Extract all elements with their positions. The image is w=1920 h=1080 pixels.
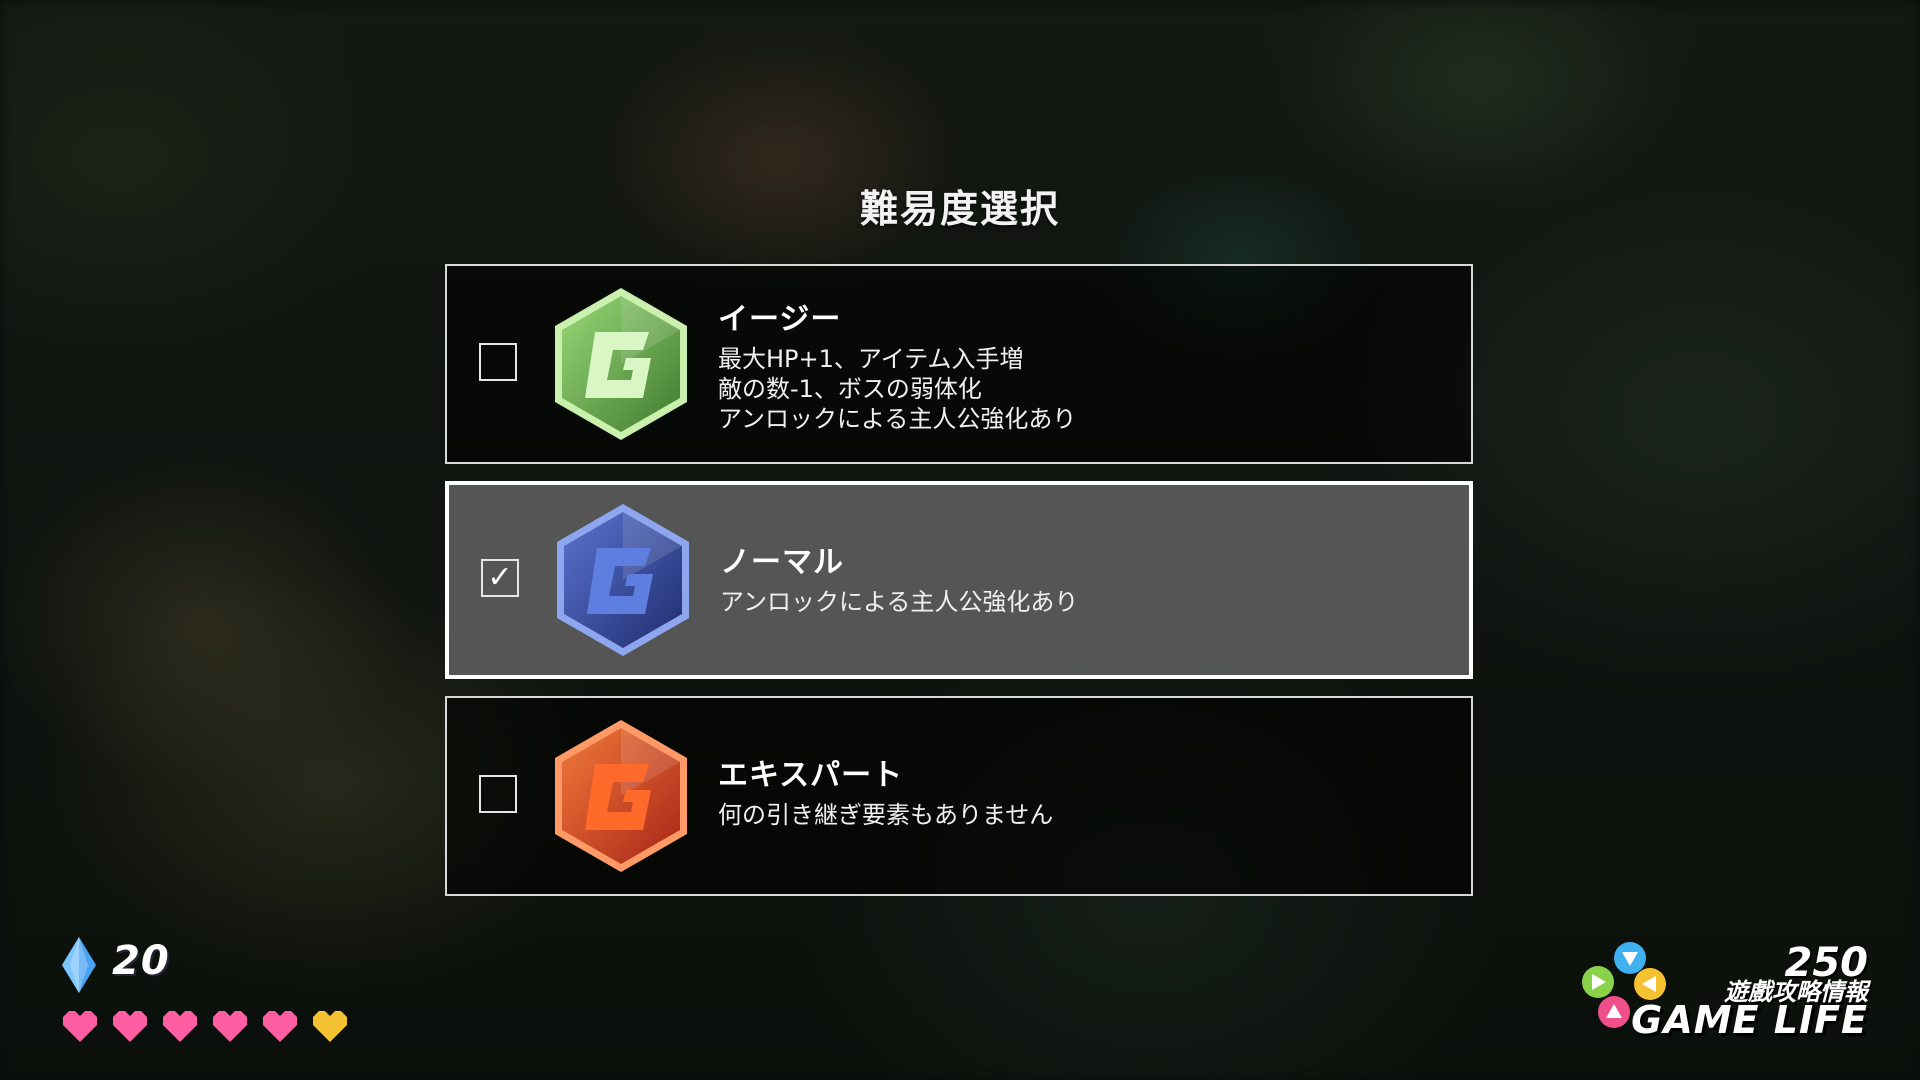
expert-name: エキスパート xyxy=(718,758,904,793)
normal-badge-icon xyxy=(557,504,689,656)
heart-icon xyxy=(163,1011,197,1042)
health-hearts xyxy=(60,1008,350,1044)
gem-count: 20 xyxy=(112,938,170,984)
normal-name: ノーマル xyxy=(720,545,844,580)
normal-text: ノーマル アンロックによる主人公強化あり xyxy=(720,537,1078,617)
expert-badge-icon xyxy=(555,720,687,872)
watermark-english: GAME LIFE xyxy=(1631,998,1868,1042)
expert-description-1: 何の引き継ぎ要素もありません xyxy=(718,801,1054,829)
normal-checkbox[interactable]: ✓ xyxy=(481,559,519,597)
easy-description-2: 敵の数-1、ボスの弱体化 xyxy=(718,375,982,403)
heart-icon xyxy=(263,1011,297,1042)
difficulty-option-expert[interactable]: エキスパート 何の引き継ぎ要素もありません xyxy=(445,696,1473,896)
heart-icon xyxy=(113,1011,147,1042)
easy-description-1: 最大HP+1、アイテム入手増 xyxy=(718,345,1024,373)
difficulty-option-easy[interactable]: イージー 最大HP+1、アイテム入手増 敵の数-1、ボスの弱体化 アンロックによ… xyxy=(445,264,1473,464)
easy-description-3: アンロックによる主人公強化あり xyxy=(718,405,1077,433)
easy-checkbox[interactable] xyxy=(479,343,517,381)
normal-description-1: アンロックによる主人公強化あり xyxy=(720,588,1079,616)
easy-badge-icon xyxy=(555,288,687,440)
watermark: 250 遊戲攻略情報 GAME LIFE xyxy=(1578,940,1868,1050)
expert-text: エキスパート 何の引き継ぎ要素もありません xyxy=(718,750,1053,830)
easy-text: イージー 最大HP+1、アイテム入手増 敵の数-1、ボスの弱体化 アンロックによ… xyxy=(718,294,1076,434)
page-title: 難易度選択 xyxy=(859,187,1060,231)
gold-heart-icon xyxy=(313,1011,347,1042)
crystal-gem-icon xyxy=(62,937,96,993)
expert-checkbox[interactable] xyxy=(479,775,517,813)
heart-icon xyxy=(63,1011,97,1042)
easy-name: イージー xyxy=(718,302,842,337)
difficulty-option-normal[interactable]: ✓ ノーマル アンロックによる主人公強化あり xyxy=(445,481,1473,679)
heart-icon xyxy=(213,1011,247,1042)
